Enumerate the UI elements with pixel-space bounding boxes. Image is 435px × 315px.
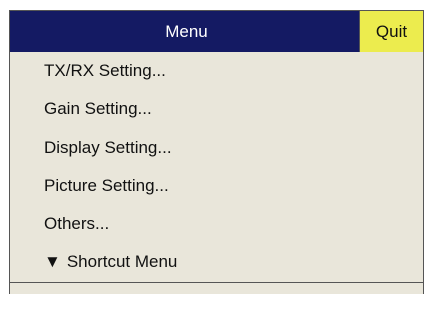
triangle-down-icon: ▼	[44, 252, 61, 272]
menu-footer	[10, 282, 423, 294]
menu-item-label: TX/RX Setting...	[44, 61, 166, 80]
menu-item-label: Others...	[44, 214, 110, 234]
menu-items: TX/RX Setting... Gain Setting... Display…	[10, 52, 423, 282]
menu-item-label: Picture Setting...	[44, 175, 169, 195]
menu-item-txrx-setting[interactable]: TX/RX Setting...	[10, 52, 423, 90]
title-bar: Menu Quit	[10, 11, 423, 52]
menu-title: Menu	[165, 22, 208, 41]
menu-window: Menu Quit TX/RX Setting... Gain Setting.…	[9, 10, 424, 294]
menu-item-label: Display Setting...	[44, 137, 172, 157]
menu-item-display-setting[interactable]: Display Setting...	[10, 129, 423, 167]
menu-item-picture-setting[interactable]: Picture Setting...	[10, 167, 423, 205]
menu-item-label: Gain Setting...	[44, 99, 152, 119]
quit-button[interactable]: Quit	[359, 11, 423, 52]
menu-item-label: Shortcut Menu	[66, 252, 178, 272]
menu-item-shortcut-menu[interactable]: ▼ Shortcut Menu	[10, 243, 423, 281]
menu-item-others[interactable]: Others...	[10, 205, 423, 243]
menu-item-gain-setting[interactable]: Gain Setting...	[10, 90, 423, 128]
